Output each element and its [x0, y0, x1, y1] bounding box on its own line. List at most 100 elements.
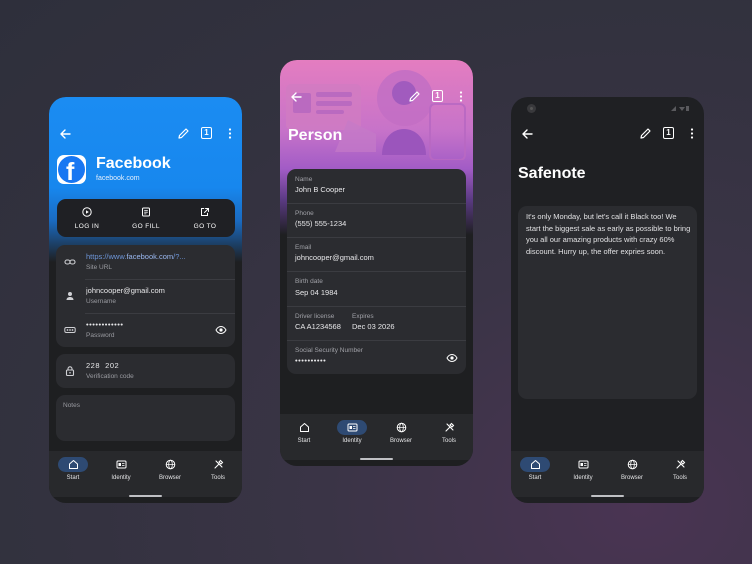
bottom-nav: Start Identity Browser Tools	[511, 451, 704, 497]
entry-title: Safenote	[518, 165, 586, 182]
site-url-row[interactable]: https://www.facebook.com/?... Site URL	[56, 245, 235, 279]
nav-tools[interactable]: Tools	[425, 420, 473, 454]
phone-value[interactable]: (555) 555-1234	[295, 219, 346, 228]
email-value[interactable]: johncooper@gmail.com	[295, 253, 374, 262]
ssn-value[interactable]: ••••••••••	[295, 356, 326, 365]
nav-identity-label: Identity	[342, 438, 362, 444]
nav-browser-label: Browser	[389, 438, 412, 444]
notes-card[interactable]: Notes	[56, 395, 235, 441]
phone-identity-entry: 1 Person Name John B Cooper Phone (555) …	[280, 60, 473, 466]
nav-browser-label: Browser	[158, 475, 181, 481]
email-label: Email	[295, 244, 312, 251]
person-icon	[66, 292, 74, 300]
expires-value[interactable]: Dec 03 2026	[352, 322, 395, 331]
nav-start-label: Start	[528, 475, 542, 481]
home-icon	[300, 423, 309, 432]
nav-identity[interactable]: Identity	[328, 420, 376, 454]
divider	[287, 271, 466, 272]
back-arrow-icon[interactable]	[289, 90, 303, 104]
back-arrow-icon[interactable]	[520, 127, 534, 141]
log-in-button[interactable]: LOG IN	[57, 199, 117, 237]
nav-identity[interactable]: Identity	[559, 457, 607, 491]
birth-date-label: Birth date	[295, 278, 323, 285]
site-url-prefix: https://www.	[86, 252, 127, 261]
open-external-icon	[201, 208, 209, 216]
nav-start[interactable]: Start	[49, 457, 97, 491]
note-card[interactable]: It's only Monday, but let's call it Blac…	[518, 206, 697, 399]
site-url-value[interactable]: https://www.facebook.com/?...	[86, 252, 218, 261]
password-value[interactable]: ••••••••••••	[86, 320, 218, 329]
go-fill-button[interactable]: GO FILL	[116, 199, 176, 237]
edit-pencil-icon[interactable]	[639, 127, 652, 140]
nav-browser[interactable]: Browser	[377, 420, 425, 454]
entry-title: Person	[288, 127, 343, 144]
show-password-eye-icon[interactable]	[215, 324, 227, 336]
go-to-button[interactable]: GO TO	[175, 199, 235, 237]
nav-tools-label: Tools	[210, 475, 225, 481]
home-icon	[531, 460, 540, 469]
nav-browser[interactable]: Browser	[608, 457, 656, 491]
signal-battery-icon	[671, 106, 689, 111]
back-arrow-icon[interactable]	[58, 127, 72, 141]
identity-fields-card: Name John B Cooper Phone (555) 555-1234 …	[287, 169, 466, 374]
nav-start[interactable]: Start	[280, 420, 328, 454]
tab-count-badge[interactable]: 1	[663, 127, 674, 139]
go-fill-label: GO FILL	[132, 223, 160, 230]
name-value[interactable]: John B Cooper	[295, 185, 345, 194]
edit-pencil-icon[interactable]	[177, 127, 190, 140]
globe-icon	[165, 459, 176, 470]
divider	[287, 306, 466, 307]
bottom-nav: Start Identity Browser Tools	[280, 414, 473, 460]
nav-tools[interactable]: Tools	[194, 457, 242, 491]
play-icon	[82, 207, 92, 217]
tab-count-badge[interactable]: 1	[432, 90, 443, 102]
identity-card-icon	[578, 460, 589, 469]
more-options-icon[interactable]	[689, 127, 695, 140]
verification-code-value[interactable]: 228 202	[86, 361, 218, 370]
log-in-label: LOG IN	[74, 223, 100, 230]
nav-start-label: Start	[66, 475, 80, 481]
home-indicator[interactable]	[129, 495, 162, 497]
divider	[287, 203, 466, 204]
entry-subtitle: facebook.com	[96, 175, 140, 182]
go-to-label: GO TO	[193, 223, 217, 230]
nav-identity[interactable]: Identity	[97, 457, 145, 491]
site-url-label: Site URL	[86, 264, 113, 271]
camera-cutout-icon	[527, 104, 536, 113]
facebook-logo-icon: f	[57, 155, 86, 184]
site-url-suffix: /?...	[173, 252, 186, 261]
divider	[287, 237, 466, 238]
show-ssn-eye-icon[interactable]	[446, 352, 458, 364]
tab-count-badge[interactable]: 1	[201, 127, 212, 139]
expires-label: Expires	[352, 313, 374, 320]
nav-tools[interactable]: Tools	[656, 457, 704, 491]
credentials-card: https://www.facebook.com/?... Site URL j…	[56, 245, 235, 347]
action-bar: LOG IN GO FILL GO TO	[57, 199, 235, 237]
home-indicator[interactable]	[360, 458, 393, 460]
home-icon	[69, 460, 78, 469]
verification-code-row[interactable]: 228 202 Verification code	[56, 354, 235, 388]
phone-safenote-entry: 1 Safenote It's only Monday, but let's c…	[511, 97, 704, 503]
password-row[interactable]: •••••••••••• Password	[56, 313, 235, 347]
tools-icon	[445, 422, 455, 432]
ssn-label: Social Security Number	[295, 347, 363, 354]
home-indicator[interactable]	[591, 495, 624, 497]
nav-browser[interactable]: Browser	[146, 457, 194, 491]
edit-pencil-icon[interactable]	[408, 90, 421, 103]
nav-start[interactable]: Start	[511, 457, 559, 491]
phone-label: Phone	[295, 210, 314, 217]
more-options-icon[interactable]	[227, 127, 233, 140]
phone-facebook-entry: 1 f Facebook facebook.com LOG IN GO FILL…	[49, 97, 242, 503]
driver-license-label: Driver license	[295, 313, 335, 320]
more-options-icon[interactable]	[458, 90, 464, 103]
username-row[interactable]: johncooper@gmail.com Username	[56, 279, 235, 313]
driver-license-value[interactable]: CA A1234568	[295, 322, 341, 331]
lock-icon	[65, 366, 75, 377]
nav-identity-label: Identity	[573, 475, 593, 481]
nav-tools-label: Tools	[441, 438, 456, 444]
nav-start-label: Start	[297, 438, 311, 444]
birth-date-value[interactable]: Sep 04 1984	[295, 288, 338, 297]
nav-identity-label: Identity	[111, 475, 131, 481]
username-value[interactable]: johncooper@gmail.com	[86, 286, 218, 295]
name-label: Name	[295, 176, 313, 183]
